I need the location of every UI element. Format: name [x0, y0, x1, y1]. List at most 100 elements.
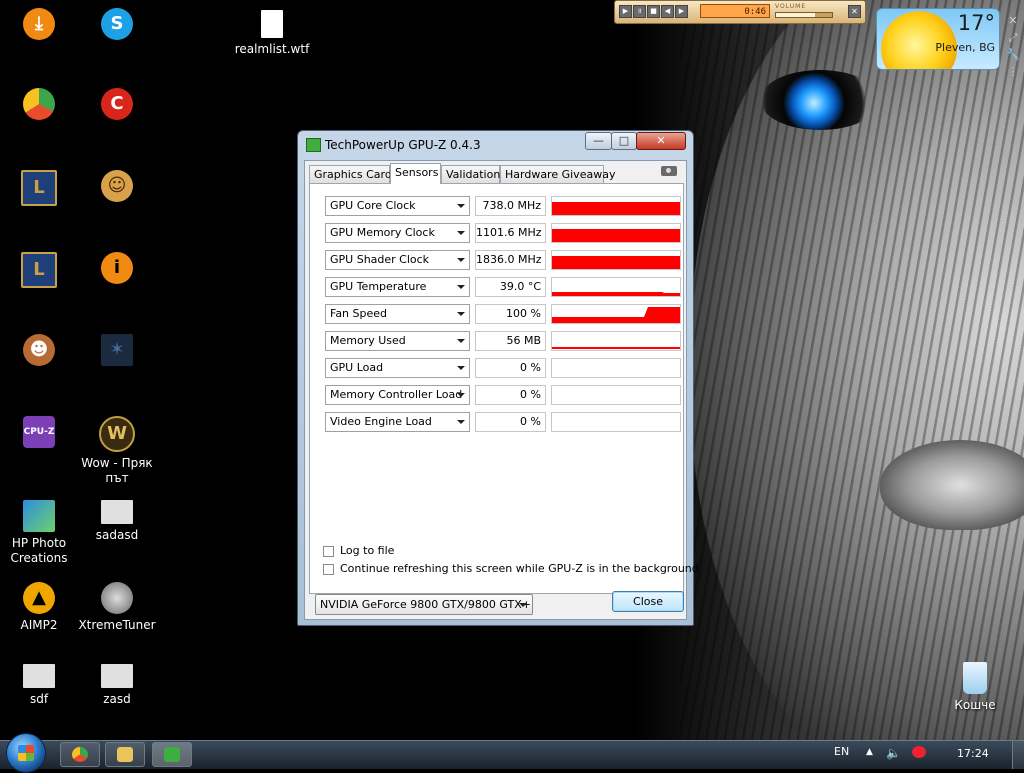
sensor-value: 0 % [475, 385, 546, 405]
xtremetuner-icon [101, 582, 133, 614]
gpu-select-dropdown[interactable]: NVIDIA GeForce 9800 GTX/9800 GTX+ [315, 594, 533, 615]
language-indicator[interactable]: EN [834, 745, 849, 758]
camera-icon[interactable] [661, 166, 677, 176]
graph-fill [552, 202, 680, 215]
continue-refreshing-checkbox[interactable] [323, 564, 334, 575]
tab-hardware-giveaway[interactable]: Hardware Giveaway [500, 165, 615, 183]
desktop-icon-hp-photo-creations[interactable]: HP Photo Creations [0, 500, 78, 566]
desktop-icon-sdf[interactable]: sdf [0, 664, 78, 707]
sensor-value: 39.0 °C [475, 277, 546, 297]
sensor-graph-svg [552, 202, 680, 215]
window-titlebar[interactable]: TechPowerUp GPU-Z 0.4.3 — □ ✕ [298, 131, 693, 157]
sensor-row: Memory Used 56 MB [325, 331, 681, 351]
sensor-name-dropdown[interactable]: GPU Shader Clock [325, 250, 470, 270]
desktop-icon-xtremetuner[interactable]: XtremeTuner [78, 582, 156, 633]
sensor-name-dropdown[interactable]: Memory Used [325, 331, 470, 351]
close-button[interactable]: Close [612, 591, 684, 612]
continue-refreshing-label: Continue refreshing this screen while GP… [340, 562, 699, 575]
start-button[interactable] [6, 733, 46, 773]
tab-sensors[interactable]: Sensors [390, 163, 441, 184]
desktop-icon-league-of-legends-2[interactable]: L [0, 252, 78, 292]
window-close-button[interactable]: ✕ [636, 132, 686, 150]
sensor-graph [551, 223, 681, 243]
desktop-icon-ccleaner[interactable]: C [78, 88, 156, 124]
pause-icon[interactable]: ॥ [633, 5, 646, 18]
aimp-mini-player: ▶ ॥ ■ ◀ ▶ ⏏ 0:46 VOLUME ✕ [614, 0, 866, 24]
league-of-legends-icon: L [21, 170, 57, 206]
desktop-icon-realmlist[interactable]: realmlist.wtf [233, 10, 311, 57]
sensor-row: Memory Controller Load 0 % [325, 385, 681, 405]
desktop-icon-info[interactable]: i [78, 252, 156, 288]
close-icon[interactable]: ✕ [1006, 12, 1020, 29]
desktop-icon-download-manager[interactable]: ⤓ [0, 8, 78, 44]
log-to-file-checkbox[interactable] [323, 546, 334, 557]
sensor-name-dropdown[interactable]: GPU Temperature [325, 277, 470, 297]
drag-handle-icon[interactable]: ⋮ [1006, 63, 1020, 80]
clock[interactable]: 17:24 [957, 747, 989, 760]
sensor-row: GPU Load 0 % [325, 358, 681, 378]
desktop-icon-cartoon-character[interactable]: ☻ [0, 334, 78, 370]
weather-gadget[interactable]: 17° Pleven, BG [876, 8, 1000, 70]
sensor-name-dropdown[interactable]: GPU Load [325, 358, 470, 378]
desktop-icon-zasd[interactable]: zasd [78, 664, 156, 707]
next-icon[interactable]: ▶ [675, 5, 688, 18]
taskbar-browser[interactable] [60, 742, 100, 767]
wrench-icon[interactable]: 🔧 [1006, 46, 1020, 63]
sensor-graph [551, 196, 681, 216]
sensor-row: Video Engine Load 0 % [325, 412, 681, 432]
desktop-icon-aimp2[interactable]: ▲ AIMP2 [0, 582, 78, 633]
resize-icon[interactable]: ⤢ [1006, 29, 1020, 46]
sensor-name-dropdown[interactable]: Fan Speed [325, 304, 470, 324]
player-close-icon[interactable]: ✕ [848, 5, 861, 18]
skype-icon: S [101, 8, 133, 40]
minimize-button[interactable]: — [585, 132, 612, 150]
sensor-name-dropdown[interactable]: GPU Core Clock [325, 196, 470, 216]
sensor-graph [551, 277, 681, 297]
sensor-graph [551, 304, 681, 324]
show-hidden-icons-icon[interactable]: ▲ [866, 747, 873, 757]
sensor-graph-svg [552, 359, 680, 377]
sensor-name-dropdown[interactable]: GPU Memory Clock [325, 223, 470, 243]
graph-fill [552, 307, 680, 323]
player-volume-slider[interactable] [775, 12, 833, 18]
sensor-name: GPU Temperature [330, 280, 427, 293]
desktop-icon-cpu-z[interactable]: CPU-Z [0, 416, 78, 452]
chevron-down-icon [457, 231, 465, 235]
player-volume-label: VOLUME [775, 3, 807, 10]
graph-fill [552, 256, 680, 269]
ccleaner-icon: C [101, 88, 133, 120]
window-client-area: Graphics Card Sensors Validation Hardwar… [304, 160, 699, 620]
desktop-icon-sadasd[interactable]: sadasd [78, 500, 156, 543]
sensor-graph [551, 385, 681, 405]
tab-validation[interactable]: Validation [441, 165, 500, 183]
desktop-icon-league-of-legends[interactable]: L [0, 170, 78, 210]
tab-graphics-card[interactable]: Graphics Card [309, 165, 392, 183]
sensor-name-dropdown[interactable]: Video Engine Load [325, 412, 470, 432]
sensor-name: Video Engine Load [330, 415, 432, 428]
desktop-icon-dark-app[interactable]: ✶ [78, 334, 156, 370]
taskbar-file-explorer[interactable] [105, 742, 145, 767]
taskbar-gpu-z[interactable] [152, 742, 192, 767]
desktop-icon-browser[interactable] [0, 88, 78, 124]
desktop-icon-sheep-game[interactable]: ☺ [78, 170, 156, 206]
network-error-icon[interactable] [912, 746, 926, 758]
sensor-value: 0 % [475, 412, 546, 432]
desktop-icon-skype[interactable]: S [78, 8, 156, 44]
sensor-name-dropdown[interactable]: Memory Controller Load [325, 385, 470, 405]
sensor-graph-svg [552, 307, 680, 323]
sensor-value: 738.0 MHz [475, 196, 546, 216]
sensor-graph-svg [552, 256, 680, 269]
prev-icon[interactable]: ◀ [661, 5, 674, 18]
recycle-bin-icon [963, 662, 987, 694]
sensor-graph-svg [552, 229, 680, 242]
volume-icon[interactable]: 🔈 [886, 746, 901, 760]
maximize-button[interactable]: □ [611, 132, 637, 150]
world-of-warcraft-icon: W [99, 416, 135, 452]
stop-icon[interactable]: ■ [647, 5, 660, 18]
show-desktop-button[interactable] [1012, 741, 1024, 769]
play-icon[interactable]: ▶ [619, 5, 632, 18]
desktop-icon-recycle-bin[interactable]: Кошче [936, 662, 1014, 713]
graph-fill [552, 294, 680, 296]
sensor-row: Fan Speed 100 % [325, 304, 681, 324]
desktop-icon-wow[interactable]: W Wow - Пряк път [78, 416, 156, 486]
